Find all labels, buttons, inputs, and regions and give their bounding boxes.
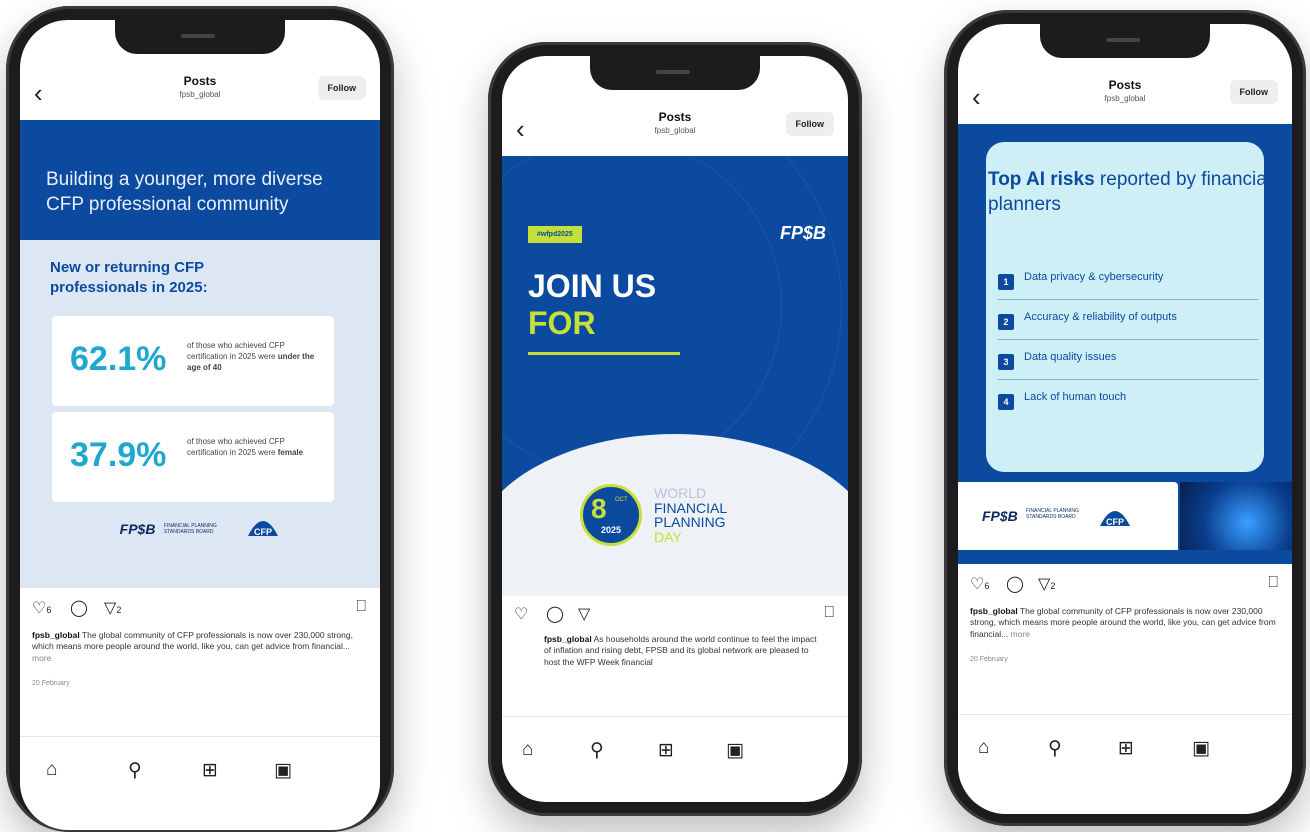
post-caption: fpsb_global As households around the wor…	[544, 634, 817, 667]
reels-icon[interactable]: ▣	[726, 739, 744, 762]
share-count: 2	[116, 605, 122, 615]
phone-left-screen: ‹ Posts fpsb_global Follow Building a yo…	[20, 20, 380, 830]
risk-item: 4 Lack of human touch	[998, 388, 1258, 420]
post-actions: ♡ ◯ ▽ ⎕	[502, 604, 848, 630]
heart-icon[interactable]: ♡	[514, 604, 528, 624]
stat-description: of those who achieved CFP certification …	[187, 437, 304, 458]
svg-text:CFP: CFP	[254, 527, 272, 537]
comment-icon[interactable]: ◯	[70, 598, 88, 618]
post-actions: ♡6 ◯ ▽2 ⎕	[958, 574, 1292, 600]
heart-icon[interactable]: ♡6	[32, 598, 51, 618]
phone-center-screen: ‹ Posts fpsb_global Follow #wfpd2025 FP$…	[502, 56, 848, 802]
like-count: 6	[46, 605, 52, 615]
post-caption: fpsb_global The global community of CFP …	[32, 630, 353, 663]
fpsb-logo: FP$B	[982, 508, 1018, 524]
send-icon[interactable]: ▽	[578, 604, 590, 624]
stat-description: of those who achieved CFP certification …	[187, 341, 315, 373]
reels-icon[interactable]: ▣	[274, 759, 292, 782]
risk-item: 1 Data privacy & cybersecurity	[998, 268, 1258, 300]
notch	[115, 20, 285, 54]
comment-icon[interactable]: ◯	[546, 604, 564, 624]
phone-right-screen: ‹ Posts fpsb_global Follow Top AI risks …	[958, 24, 1292, 814]
stat-value: 37.9%	[70, 436, 167, 474]
more-link[interactable]: more	[1008, 629, 1030, 639]
ai-head-image	[1180, 482, 1292, 550]
plus-square-icon[interactable]: ⊞	[658, 739, 674, 762]
join-us-heading: JOIN US FOR	[528, 268, 657, 341]
post-date: 20 February	[970, 656, 1008, 663]
risk-item: 3 Data quality issues	[998, 348, 1258, 380]
post-subheading: New or returning CFP professionals in 20…	[50, 259, 208, 296]
plus-square-icon[interactable]: ⊞	[1118, 737, 1134, 760]
post-topbar: ‹ Posts fpsb_global Follow	[20, 64, 380, 120]
search-icon[interactable]: ⚲	[590, 739, 604, 762]
hashtag-chip: #wfpd2025	[528, 226, 582, 243]
caption-username[interactable]: fpsb_global	[32, 630, 80, 640]
logo-row: FP$B FINANCIAL PLANNING STANDARDS BOARD …	[20, 512, 380, 545]
bottom-nav: ⌂ ⚲ ⊞ ▣	[958, 714, 1292, 784]
notch	[1040, 24, 1210, 58]
notch	[590, 56, 760, 90]
follow-button[interactable]: Follow	[317, 76, 366, 100]
divider	[528, 352, 680, 355]
post-image[interactable]: #wfpd2025 FP$B JOIN US FOR 8 OCT 2025 WO…	[502, 156, 848, 596]
fpsb-logo: FP$B	[119, 520, 156, 537]
bookmark-icon[interactable]: ⎕	[1268, 574, 1278, 592]
share-count: 2	[1050, 581, 1056, 591]
caption-username[interactable]: fpsb_global	[970, 606, 1018, 616]
follow-button[interactable]: Follow	[1229, 80, 1278, 104]
caption-username[interactable]: fpsb_global	[544, 634, 592, 644]
phone-right: ‹ Posts fpsb_global Follow Top AI risks …	[944, 10, 1306, 826]
fpsb-logo: FP$B	[779, 223, 826, 243]
home-icon[interactable]: ⌂	[522, 739, 533, 761]
heart-icon[interactable]: ♡6	[970, 574, 989, 594]
comment-icon[interactable]: ◯	[1006, 574, 1024, 594]
stat-value: 62.1%	[70, 340, 167, 378]
search-icon[interactable]: ⚲	[128, 759, 142, 782]
post-image[interactable]: Building a younger, more diverse CFP pro…	[20, 120, 380, 588]
post-actions: ♡6 ◯ ▽2 ⎕	[20, 598, 380, 624]
cfp-logo: CFP	[1098, 502, 1132, 535]
post-topbar: ‹ Posts fpsb_global Follow	[502, 100, 848, 156]
bookmark-icon[interactable]: ⎕	[824, 604, 834, 622]
like-count: 6	[984, 581, 990, 591]
fpsb-logo-subtitle: FINANCIAL PLANNING STANDARDS BOARD	[1026, 508, 1079, 520]
post-date: 20 February	[32, 680, 70, 687]
reels-icon[interactable]: ▣	[1192, 737, 1210, 760]
wfpd-logo-text: WORLD FINANCIAL PLANNING DAY	[654, 485, 728, 546]
search-icon[interactable]: ⚲	[1048, 737, 1062, 760]
post-headline: Building a younger, more diverse CFP pro…	[46, 169, 323, 215]
risk-item: 2 Accuracy & reliability of outputs	[998, 308, 1258, 340]
svg-text:CFP: CFP	[1106, 517, 1124, 527]
cfp-logo: CFP	[246, 512, 280, 545]
send-icon[interactable]: ▽2	[1038, 574, 1055, 594]
logo-strip: FP$B FINANCIAL PLANNING STANDARDS BOARD …	[958, 482, 1178, 550]
fpsb-logo-subtitle: FINANCIAL PLANNING STANDARDS BOARD	[163, 522, 217, 535]
post-image[interactable]: Top AI risks reported by financial plann…	[958, 124, 1292, 564]
stat-card: 37.9% of those who achieved CFP certific…	[52, 412, 334, 502]
post-topbar: ‹ Posts fpsb_global Follow	[958, 68, 1292, 124]
headline-banner: Building a younger, more diverse CFP pro…	[20, 120, 380, 240]
bookmark-icon[interactable]: ⎕	[356, 598, 366, 616]
bottom-nav: ⌂ ⚲ ⊞ ▣	[502, 716, 848, 786]
plus-square-icon[interactable]: ⊞	[202, 759, 218, 782]
post-headline: Top AI risks reported by financial plann…	[988, 169, 1272, 215]
send-icon[interactable]: ▽2	[104, 598, 121, 618]
date-badge: 8 OCT 2025	[580, 484, 642, 546]
post-caption: fpsb_global The global community of CFP …	[970, 606, 1276, 639]
phone-center: ‹ Posts fpsb_global Follow #wfpd2025 FP$…	[488, 42, 862, 816]
bottom-nav: ⌂ ⚲ ⊞ ▣	[20, 736, 380, 806]
home-icon[interactable]: ⌂	[978, 737, 989, 759]
stat-card: 62.1% of those who achieved CFP certific…	[52, 316, 334, 406]
more-link[interactable]: more	[32, 653, 51, 663]
follow-button[interactable]: Follow	[785, 112, 834, 136]
home-icon[interactable]: ⌂	[46, 759, 57, 781]
phone-left: ‹ Posts fpsb_global Follow Building a yo…	[6, 6, 394, 832]
